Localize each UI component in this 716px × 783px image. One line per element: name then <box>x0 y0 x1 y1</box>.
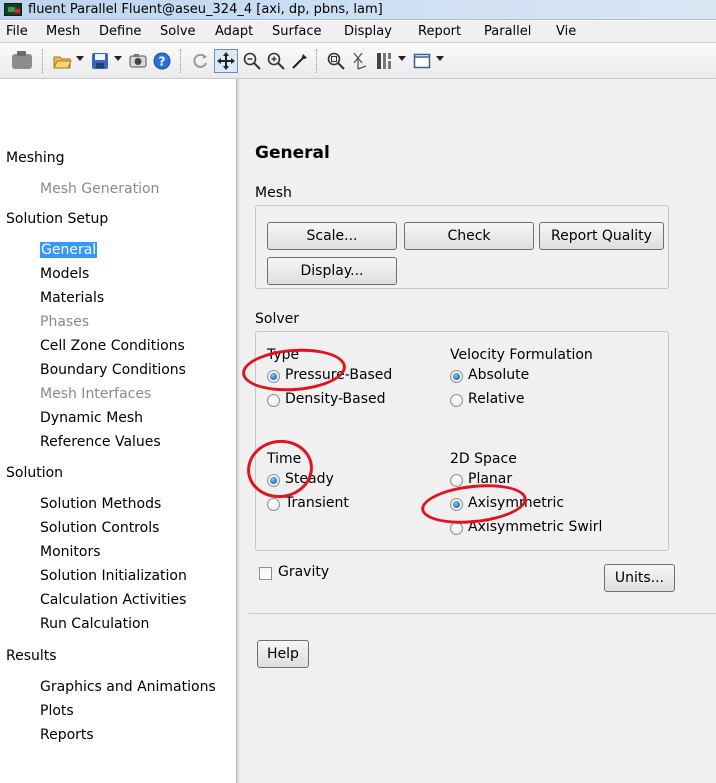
planar-label[interactable]: Planar <box>468 471 512 487</box>
menu-parallel[interactable]: Parallel <box>484 24 531 39</box>
camera-icon[interactable] <box>128 51 148 71</box>
zoom-icon[interactable] <box>242 51 262 71</box>
report-quality-button[interactable]: Report Quality <box>539 222 664 250</box>
window-icon[interactable] <box>412 51 432 71</box>
nav-monitors[interactable]: Monitors <box>40 544 101 560</box>
save-icon[interactable] <box>90 51 110 71</box>
axisymmetric-swirl-label[interactable]: Axisymmetric Swirl <box>468 519 602 535</box>
steady-label[interactable]: Steady <box>285 471 334 487</box>
help-icon[interactable]: ? <box>152 51 172 71</box>
zoom-in-icon[interactable] <box>266 51 286 71</box>
density-based-radio[interactable] <box>267 394 280 407</box>
window-dropdown-arrow[interactable] <box>436 56 444 61</box>
layout-dropdown-arrow[interactable] <box>398 56 406 61</box>
toolbar: ? <box>0 43 716 79</box>
nav-solution-initialization[interactable]: Solution Initialization <box>40 568 187 584</box>
axisymmetric-swirl-radio[interactable] <box>450 522 463 535</box>
nav-solution-controls[interactable]: Solution Controls <box>40 520 159 536</box>
page-title: General <box>255 143 330 163</box>
nav-plots[interactable]: Plots <box>40 703 74 719</box>
separator <box>249 613 716 614</box>
nav-reference-values[interactable]: Reference Values <box>40 434 161 450</box>
nav-solution[interactable]: Solution <box>6 465 63 481</box>
solver-group-label: Solver <box>255 311 299 327</box>
display-button[interactable]: Display... <box>267 257 397 285</box>
pan-icon[interactable] <box>214 49 238 73</box>
transient-label[interactable]: Transient <box>285 495 349 511</box>
toolbar-separator <box>42 49 44 73</box>
velocity-formulation-label: Velocity Formulation <box>450 347 593 363</box>
menu-file[interactable]: File <box>6 24 28 39</box>
pressure-based-label[interactable]: Pressure-Based <box>285 367 392 383</box>
nav-graphics-and-animations[interactable]: Graphics and Animations <box>40 679 216 695</box>
pressure-based-radio[interactable] <box>267 370 280 383</box>
general-task-page: General Mesh Scale... Check Report Quali… <box>240 79 716 783</box>
zoom-fit-icon[interactable] <box>326 51 346 71</box>
open-dropdown-arrow[interactable] <box>76 56 84 61</box>
title-bar: fluent Parallel Fluent@aseu_324_4 [axi, … <box>0 0 716 20</box>
layout-icon[interactable] <box>374 51 394 71</box>
coordinates-icon[interactable] <box>350 51 370 71</box>
menu-report[interactable]: Report <box>418 24 461 39</box>
help-button[interactable]: Help <box>257 640 309 668</box>
nav-calculation-activities[interactable]: Calculation Activities <box>40 592 186 608</box>
nav-mesh-generation: Mesh Generation <box>40 181 160 197</box>
type-label: Type <box>267 347 300 363</box>
time-label: Time <box>267 451 302 467</box>
absolute-label[interactable]: Absolute <box>468 367 529 383</box>
menu-adapt[interactable]: Adapt <box>215 24 253 39</box>
gravity-label[interactable]: Gravity <box>278 564 329 580</box>
save-dropdown-arrow[interactable] <box>114 56 122 61</box>
mesh-display-icon[interactable] <box>10 51 34 71</box>
menu-bar: File Mesh Define Solve Adapt Surface Dis… <box>0 21 716 43</box>
rotate-icon[interactable] <box>190 51 210 71</box>
absolute-radio[interactable] <box>450 370 463 383</box>
nav-run-calculation[interactable]: Run Calculation <box>40 616 149 632</box>
nav-cell-zone-conditions[interactable]: Cell Zone Conditions <box>40 338 185 354</box>
menu-view[interactable]: Vie <box>556 24 576 39</box>
nav-materials[interactable]: Materials <box>40 290 104 306</box>
nav-mesh-interfaces: Mesh Interfaces <box>40 386 152 402</box>
nav-meshing[interactable]: Meshing <box>6 150 65 166</box>
window-title: fluent Parallel Fluent@aseu_324_4 [axi, … <box>28 2 383 17</box>
nav-solution-setup[interactable]: Solution Setup <box>6 211 108 227</box>
nav-general[interactable]: General <box>40 242 98 258</box>
menu-solve[interactable]: Solve <box>160 24 196 39</box>
probe-icon[interactable] <box>290 51 310 71</box>
svg-text:?: ? <box>159 55 166 69</box>
transient-radio[interactable] <box>267 498 280 511</box>
nav-solution-methods[interactable]: Solution Methods <box>40 496 161 512</box>
scale-button[interactable]: Scale... <box>267 222 397 250</box>
menu-define[interactable]: Define <box>99 24 141 39</box>
axisymmetric-label[interactable]: Axisymmetric <box>468 495 564 511</box>
units-button[interactable]: Units... <box>604 564 675 592</box>
fluent-app-icon <box>4 3 22 16</box>
toolbar-separator <box>180 49 182 73</box>
nav-phases: Phases <box>40 314 90 330</box>
gravity-checkbox[interactable] <box>259 567 272 580</box>
2d-space-label: 2D Space <box>450 451 517 467</box>
axisymmetric-radio[interactable] <box>450 498 463 511</box>
open-icon[interactable] <box>52 51 72 71</box>
nav-models[interactable]: Models <box>40 266 89 282</box>
solver-group <box>255 331 669 551</box>
relative-radio[interactable] <box>450 394 463 407</box>
menu-display[interactable]: Display <box>344 24 392 39</box>
toolbar-separator <box>316 49 318 73</box>
relative-label[interactable]: Relative <box>468 391 524 407</box>
nav-boundary-conditions[interactable]: Boundary Conditions <box>40 362 186 378</box>
mesh-group-label: Mesh <box>255 185 292 201</box>
check-button[interactable]: Check <box>404 222 534 250</box>
menu-surface[interactable]: Surface <box>272 24 322 39</box>
navigation-pane: Meshing Mesh Generation Solution Setup G… <box>0 79 237 783</box>
menu-mesh[interactable]: Mesh <box>46 24 80 39</box>
density-based-label[interactable]: Density-Based <box>285 391 386 407</box>
nav-results[interactable]: Results <box>6 648 57 664</box>
nav-reports[interactable]: Reports <box>40 727 94 743</box>
planar-radio[interactable] <box>450 474 463 487</box>
steady-radio[interactable] <box>267 474 280 487</box>
nav-dynamic-mesh[interactable]: Dynamic Mesh <box>40 410 143 426</box>
